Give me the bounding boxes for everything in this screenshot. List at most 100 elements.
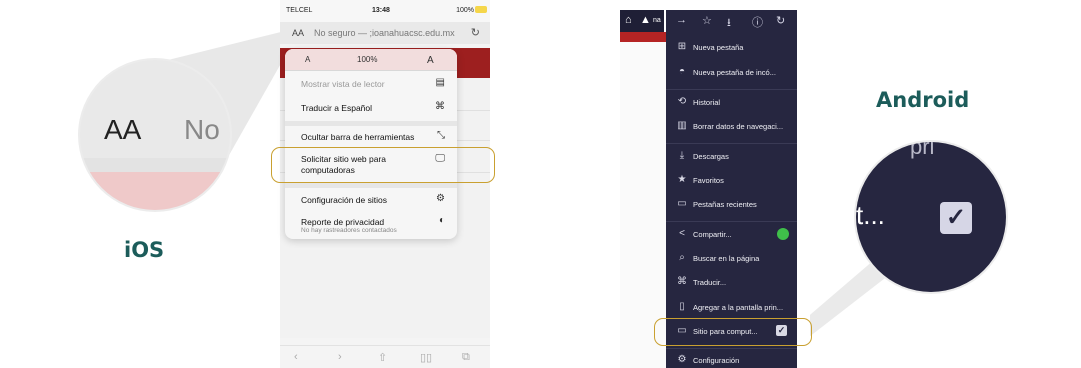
ios-label: iOS [124,238,165,262]
zoom-top-text: pri [910,142,935,159]
android-label: Android [876,88,970,112]
gear-icon: ⚙ [677,354,687,365]
back-icon[interactable]: ‹ [294,351,298,363]
menu-item-site-settings[interactable]: Configuración de sitios ⚙ [285,189,457,211]
menu-separator [666,348,797,349]
star-icon: ★ [677,174,687,185]
menu-item-recent-tabs[interactable]: ▭ Pestañas recientes [666,195,797,215]
menu-separator [285,183,457,188]
menu-item-reader-view[interactable]: Mostrar vista de lector ▤ [285,73,457,95]
menu-item-label: Favoritos [693,176,724,185]
incognito-icon: ◓ [678,66,686,77]
share-icon: < [679,228,685,239]
menu-item-clear-data[interactable]: ▥ Borrar datos de navegaci... [666,117,797,137]
reload-icon[interactable]: ↻ [776,14,785,27]
menu-item-label: Reporte de privacidad [301,217,385,227]
battery-icon [475,6,487,13]
menu-separator [666,143,797,144]
android-highlight-box [654,318,812,346]
android-topbar: ⌂ ▲ na [620,10,664,32]
info-icon[interactable]: ⓘ [752,14,763,30]
menu-item-label: Nueva pestaña [693,43,744,52]
menu-item-label: Historial [693,98,721,107]
zoom-page-red [80,172,230,210]
ios-highlight-box [271,147,495,183]
add-home-icon: ▯ [679,301,685,312]
find-in-page-icon: ⌕ [679,252,685,263]
status-time: 13:48 [372,7,390,14]
menu-top-icons: → ☆ ⭳ ⓘ ↻ [666,10,797,34]
menu-item-label: Traducir... [693,278,727,287]
home-icon[interactable]: ⌂ [625,14,632,26]
ios-status-bar: TELCEL 13:48 100% [280,0,490,22]
whatsapp-icon[interactable] [777,228,789,240]
reload-icon[interactable]: ↻ [471,26,480,39]
share-icon[interactable]: ⇧ [378,351,387,364]
menu-item-new-tab[interactable]: ⊞ Nueva pestaña [666,38,797,58]
menu-item-translate[interactable]: Traducir a Español ⌘ [285,97,457,119]
menu-separator [666,89,797,90]
history-icon: ⟲ [677,96,687,107]
zoom-value: 100% [357,55,378,64]
menu-item-label: Configuración de sitios [301,195,387,205]
zoom-ellipsis-text: t... [856,200,885,230]
trash-icon: ▥ [677,120,687,131]
menu-item-label: Borrar datos de navegaci... [693,122,784,131]
zoom-decrease-button[interactable]: A [305,55,310,64]
privacy-shield-icon: ◐ [438,215,445,226]
tabs-icon[interactable]: ⧉ [462,351,470,364]
plus-box-icon: ⊞ [677,41,687,52]
menu-item-label: Descargas [693,152,729,161]
star-icon[interactable]: ☆ [702,14,712,27]
reader-icon: ▤ [435,77,445,88]
zoom-control-row: A 100% A [285,49,457,71]
menu-item-history[interactable]: ⟲ Historial [666,93,797,113]
menu-item-label: Pestañas recientes [693,200,757,209]
forward-icon[interactable]: → [676,14,687,26]
download-icon[interactable]: ⭳ [727,14,731,33]
menu-item-share[interactable]: < Compartir... [666,225,797,245]
zoom-increase-button[interactable]: A [427,55,434,66]
translate-icon: ⌘ [677,276,687,287]
android-url-text[interactable]: na [653,17,661,24]
menu-item-bookmarks[interactable]: ★ Favoritos [666,171,797,191]
menu-item-find-in-page[interactable]: ⌕ Buscar en la página [666,249,797,269]
resize-arrows-icon: ⤡ [437,130,445,141]
downloads-icon: ⤓ [679,150,685,161]
secure-warning-icon: ▲ [640,14,651,26]
url-text[interactable]: No seguro — ;ioanahuacsc.edu.mx [314,28,455,38]
zoom-no-text: No [184,114,220,145]
status-carrier: TELCEL [286,7,313,14]
menu-item-translate[interactable]: ⌘ Traducir... [666,273,797,293]
ios-zoom-circle: AA No [80,60,230,210]
menu-item-label: Agregar a la pantalla prin... [693,303,784,312]
menu-item-label: Buscar en la página [693,254,760,263]
android-zoom-circle: pri t... ✓ [856,142,1006,292]
page-header-strip [620,32,666,42]
gear-icon: ⚙ [436,193,445,204]
menu-item-sublabel: No hay rastreadores contactados [301,227,397,234]
menu-item-settings[interactable]: ⚙ Configuración [666,351,797,368]
menu-item-label: Ocultar barra de herramientas [301,132,415,142]
menu-item-label: Nueva pestaña de incó... [693,68,776,77]
menu-item-incognito[interactable]: ◓ Nueva pestaña de incó... [666,63,797,83]
status-battery: 100% [456,7,474,14]
forward-icon[interactable]: › [338,351,342,363]
zoom-checkbox-icon: ✓ [940,202,972,234]
menu-separator [666,221,797,222]
ios-page-menu: A 100% A Mostrar vista de lector ▤ Tradu… [285,49,457,239]
bookmarks-icon[interactable]: ▯▯ [420,351,432,364]
zoom-aa-text: AA [104,114,142,145]
text-size-button[interactable]: AA [292,28,304,38]
menu-item-label: Mostrar vista de lector [301,79,385,89]
android-overflow-menu: → ☆ ⭳ ⓘ ↻ ⊞ Nueva pestaña ◓ Nueva pestañ… [666,10,797,368]
menu-item-privacy-report[interactable]: Reporte de privacidad No hay rastreadore… [285,211,457,239]
recent-tabs-icon: ▭ [677,198,687,209]
menu-item-label: Configuración [693,356,740,365]
menu-item-downloads[interactable]: ⤓ Descargas [666,147,797,167]
menu-item-add-home[interactable]: ▯ Agregar a la pantalla prin... [666,298,797,318]
ios-bottom-toolbar: ‹ › ⇧ ▯▯ ⧉ [280,345,490,368]
ios-address-bar[interactable]: AA No seguro — ;ioanahuacsc.edu.mx ↻ [280,22,490,44]
menu-item-label: Traducir a Español [301,103,373,113]
menu-item-hide-toolbar[interactable]: Ocultar barra de herramientas ⤡ [285,126,457,148]
